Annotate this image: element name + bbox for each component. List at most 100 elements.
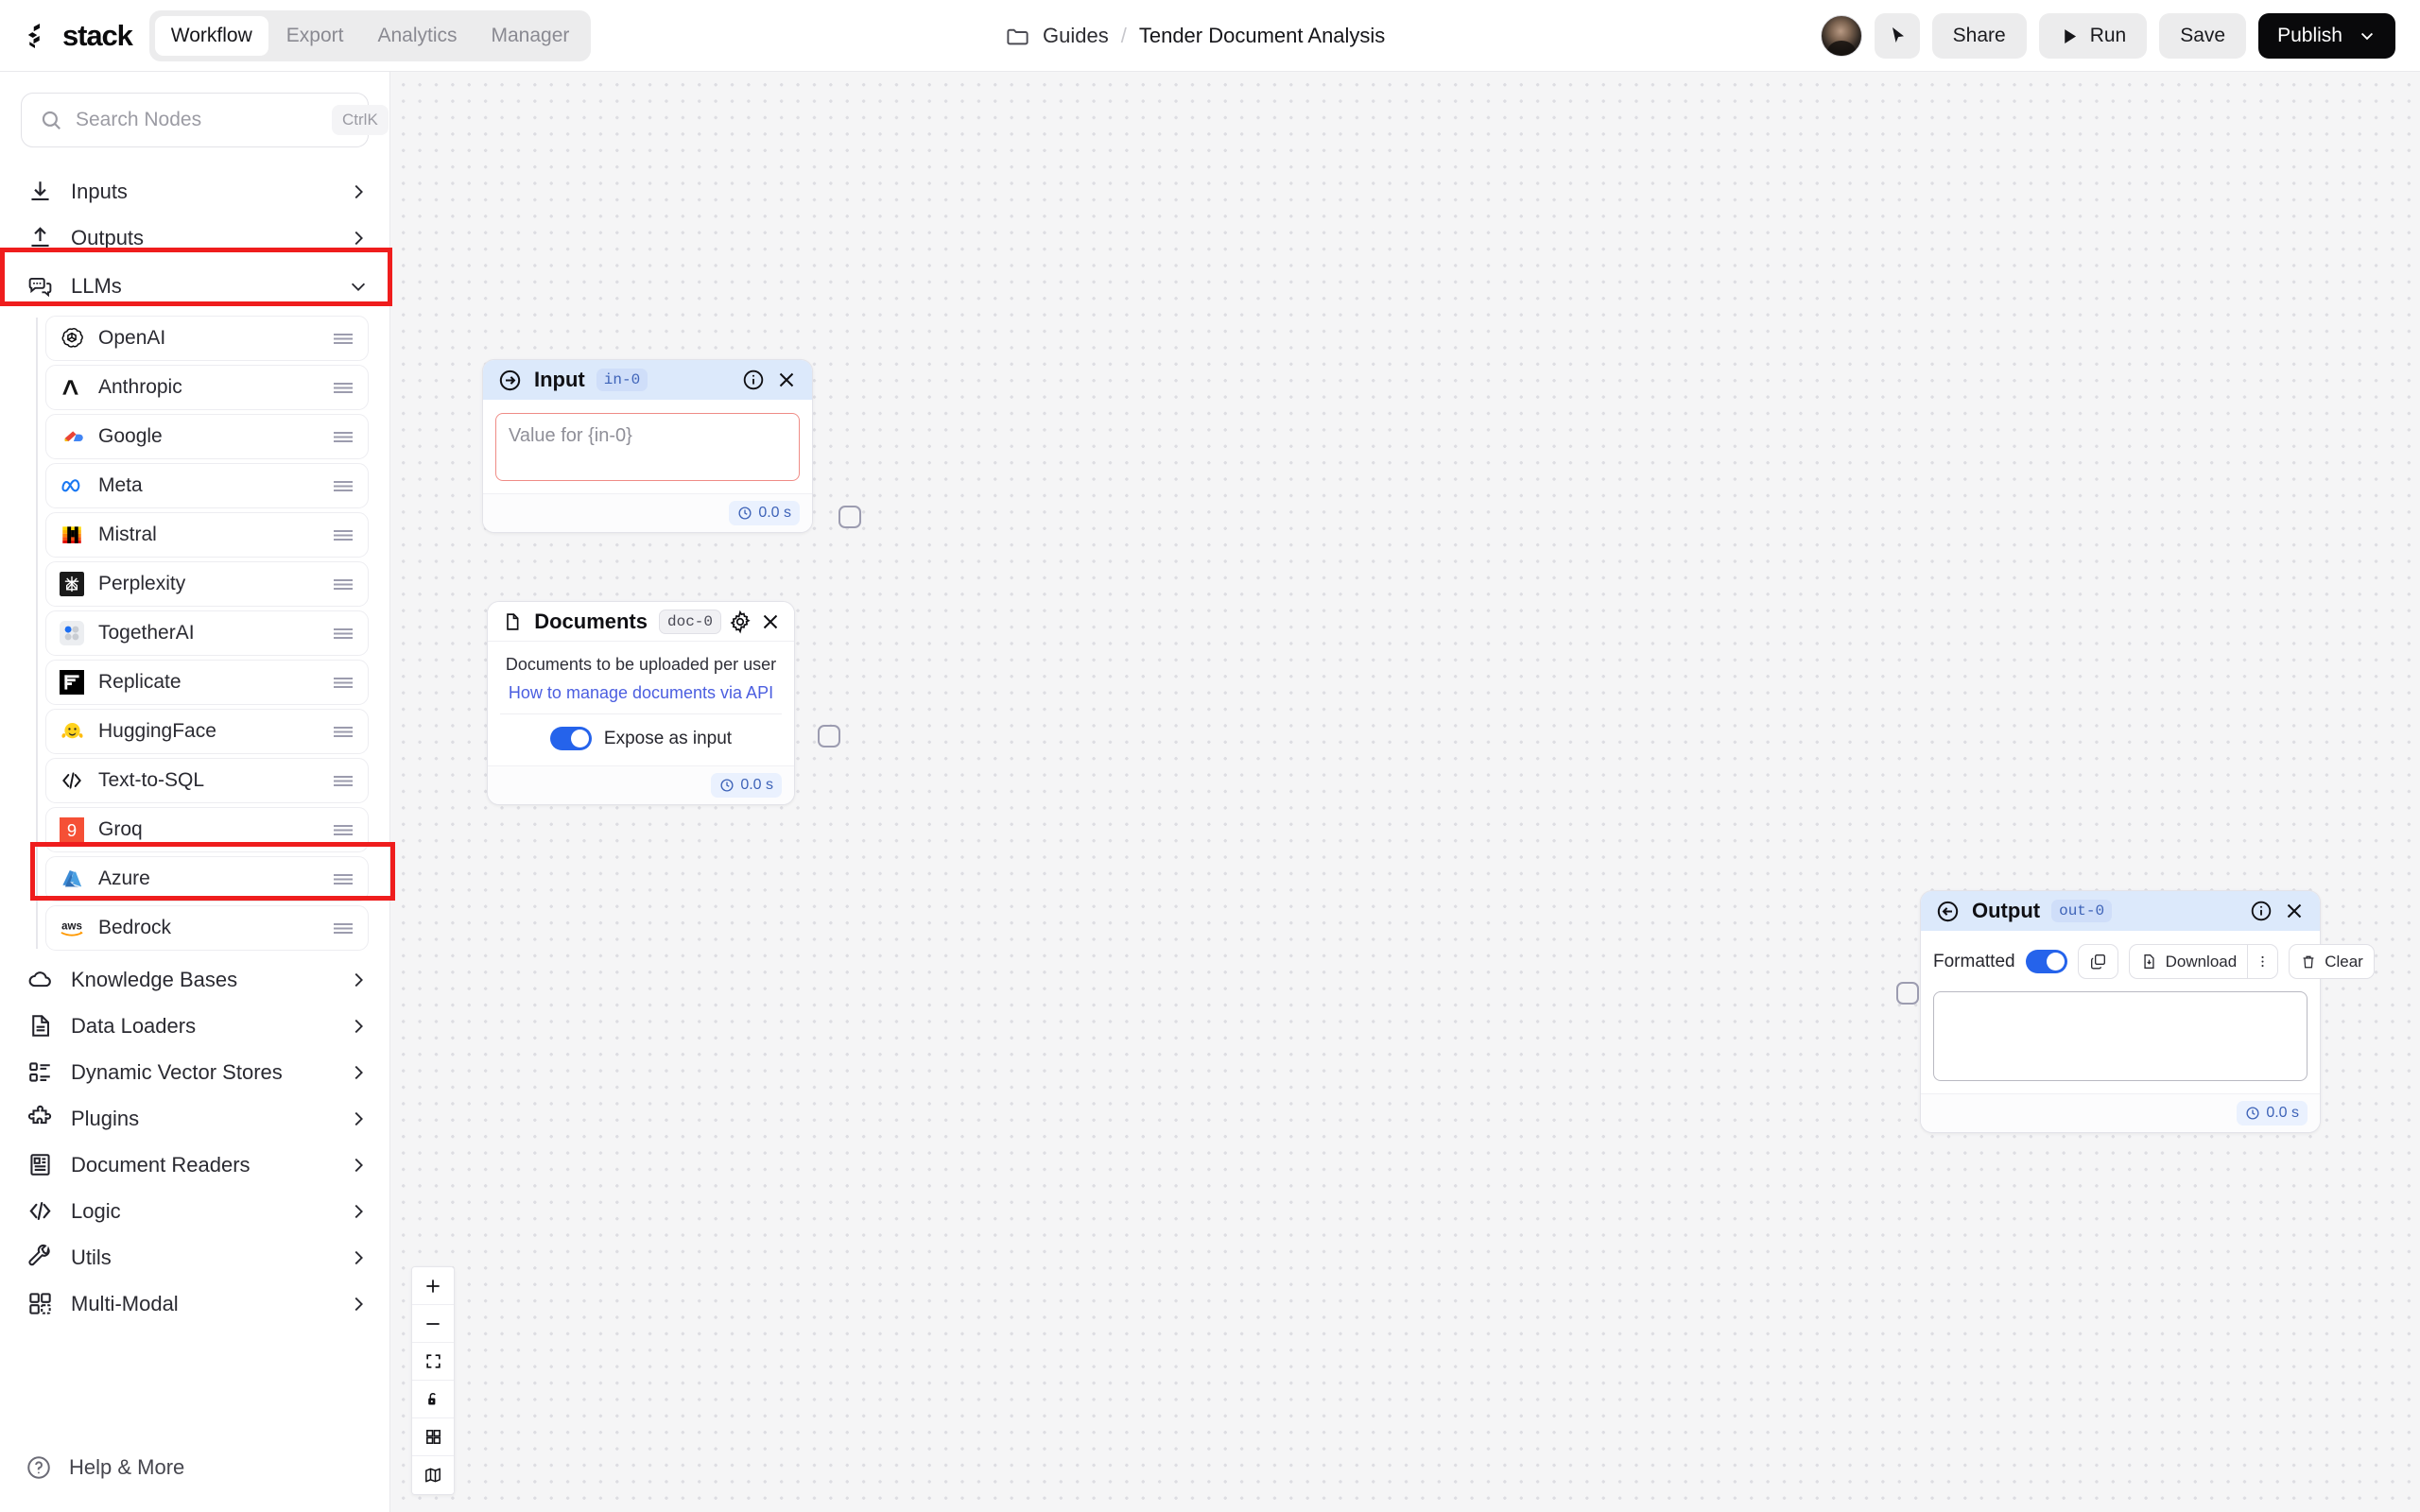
drag-handle-icon[interactable] xyxy=(332,920,354,936)
node-output-input-handle[interactable] xyxy=(1896,982,1919,1005)
node-input-output-handle[interactable] xyxy=(838,506,861,528)
node-item-replicate[interactable]: Replicate xyxy=(45,660,369,705)
file-icon xyxy=(507,612,519,630)
meta-icon xyxy=(58,472,86,500)
node-item-azure[interactable]: Azure xyxy=(45,856,369,902)
node-label-bedrock: Bedrock xyxy=(98,917,172,938)
help-and-more-button[interactable]: Help & More xyxy=(0,1453,389,1482)
node-item-anthropic[interactable]: Anthropic xyxy=(45,365,369,410)
node-input-header[interactable]: Input in-0 xyxy=(483,360,812,400)
breadcrumb-current[interactable]: Tender Document Analysis xyxy=(1139,24,1385,48)
node-documents-footer: 0.0 s xyxy=(488,765,794,804)
expose-as-input-toggle[interactable] xyxy=(549,727,592,750)
sidebar-item-outputs[interactable]: Outputs xyxy=(0,215,389,261)
fit-view-icon xyxy=(425,1354,441,1368)
node-output-body: Formatted Download Clear xyxy=(1921,931,2375,1093)
sidebar-item-document-readers[interactable]: Document Readers xyxy=(0,1142,389,1188)
output-value-field[interactable] xyxy=(1933,991,2308,1081)
sidebar-item-logic[interactable]: Logic xyxy=(0,1188,389,1234)
copy-button[interactable] xyxy=(2077,944,2118,979)
gear-icon[interactable] xyxy=(728,609,752,635)
info-icon[interactable] xyxy=(740,367,767,393)
input-value-field[interactable] xyxy=(495,413,800,481)
save-button[interactable]: Save xyxy=(2159,13,2247,59)
drag-handle-icon[interactable] xyxy=(332,478,354,493)
node-item-groq[interactable]: 9 Groq xyxy=(45,807,369,852)
sidebar-item-utils[interactable]: Utils xyxy=(0,1234,389,1280)
drag-handle-icon[interactable] xyxy=(332,871,354,886)
close-icon[interactable] xyxy=(773,367,800,393)
node-label-mistral: Mistral xyxy=(98,524,157,545)
drag-handle-icon[interactable] xyxy=(332,724,354,739)
formatted-toggle[interactable] xyxy=(2025,950,2067,973)
clear-label: Clear xyxy=(2325,952,2363,971)
grid-button[interactable] xyxy=(412,1418,454,1456)
workflow-canvas[interactable]: Input in-0 0.0 s xyxy=(390,72,2420,1512)
run-button[interactable]: Run xyxy=(2038,13,2148,59)
drag-handle-icon[interactable] xyxy=(332,675,354,690)
zoom-in-button[interactable] xyxy=(412,1267,454,1305)
close-icon[interactable] xyxy=(759,609,782,635)
drag-handle-icon[interactable] xyxy=(332,822,354,837)
node-item-togetherai[interactable]: TogetherAI xyxy=(45,610,369,656)
node-output[interactable]: Output out-0 Formatted Download Clear 0.… xyxy=(1896,890,2375,1133)
node-input-body xyxy=(483,400,812,493)
drag-handle-icon[interactable] xyxy=(332,380,354,395)
share-button[interactable]: Share xyxy=(1931,13,2027,59)
minimap-button[interactable] xyxy=(412,1456,454,1494)
node-documents-header[interactable]: Documents doc-0 xyxy=(488,602,794,642)
sidebar-item-data-loaders[interactable]: Data Loaders xyxy=(0,1003,389,1049)
download-button[interactable]: Download xyxy=(2128,944,2248,979)
drag-handle-icon[interactable] xyxy=(332,773,354,788)
node-input[interactable]: Input in-0 0.0 s xyxy=(482,359,861,533)
clear-button[interactable]: Clear xyxy=(2289,944,2375,979)
tab-workflow[interactable]: Workflow xyxy=(154,15,268,56)
sidebar-item-knowledge-bases[interactable]: Knowledge Bases xyxy=(0,956,389,1003)
node-item-openai[interactable]: OpenAI xyxy=(45,316,369,361)
drag-handle-icon[interactable] xyxy=(332,626,354,641)
download-more-button[interactable] xyxy=(2247,944,2279,979)
sidebar-item-plugins[interactable]: Plugins xyxy=(0,1095,389,1142)
publish-button[interactable]: Publish xyxy=(2258,13,2395,59)
sidebar-label-utils: Utils xyxy=(71,1245,112,1269)
node-item-perplexity[interactable]: Perplexity xyxy=(45,561,369,607)
node-item-mistral[interactable]: Mistral xyxy=(45,512,369,558)
lock-button[interactable] xyxy=(412,1381,454,1418)
zoom-out-button[interactable] xyxy=(412,1305,454,1343)
sidebar-item-dynamic-vector-stores[interactable]: Dynamic Vector Stores xyxy=(0,1049,389,1095)
node-documents[interactable]: Documents doc-0 Documents to be uploaded… xyxy=(487,601,840,805)
node-item-huggingface[interactable]: HuggingFace xyxy=(45,709,369,754)
drag-handle-icon[interactable] xyxy=(332,429,354,444)
tab-manager[interactable]: Manager xyxy=(475,16,586,56)
node-documents-output-handle[interactable] xyxy=(818,725,840,747)
tab-analytics[interactable]: Analytics xyxy=(361,16,473,56)
info-icon[interactable] xyxy=(2248,898,2274,924)
output-toolbar: Formatted Download Clear xyxy=(1933,944,2375,979)
brand-logo[interactable]: stack xyxy=(26,19,133,53)
node-item-meta[interactable]: Meta xyxy=(45,463,369,508)
node-item-google[interactable]: Google xyxy=(45,414,369,459)
sidebar-item-inputs[interactable]: Inputs xyxy=(0,168,389,215)
fit-view-button[interactable] xyxy=(412,1343,454,1381)
drag-handle-icon[interactable] xyxy=(332,331,354,346)
sidebar-item-llms[interactable]: LLMs xyxy=(0,261,389,312)
download-split-button: Download xyxy=(2128,944,2279,979)
close-icon[interactable] xyxy=(2281,898,2308,924)
expose-as-input-row: Expose as input xyxy=(500,714,782,758)
node-output-header[interactable]: Output out-0 xyxy=(1921,891,2320,931)
search-nodes-box[interactable]: CtrlK xyxy=(21,93,389,147)
header-actions: Share Run Save Publish xyxy=(1820,0,2395,72)
drag-handle-icon[interactable] xyxy=(332,576,354,592)
file-lines-icon xyxy=(32,1015,49,1037)
node-label-perplexity: Perplexity xyxy=(98,573,186,594)
documents-api-link[interactable]: How to manage documents via API xyxy=(500,683,782,703)
node-item-text-to-sql[interactable]: Text-to-SQL xyxy=(45,758,369,803)
avatar[interactable] xyxy=(1820,15,1862,57)
sidebar-item-multi-modal[interactable]: Multi-Modal xyxy=(0,1280,389,1327)
drag-handle-icon[interactable] xyxy=(332,527,354,542)
node-item-bedrock[interactable]: aws Bedrock xyxy=(45,905,369,951)
cursor-mode-button[interactable] xyxy=(1874,13,1920,59)
tab-export[interactable]: Export xyxy=(270,16,360,56)
search-input[interactable] xyxy=(76,109,332,131)
breadcrumb-parent[interactable]: Guides xyxy=(1043,24,1109,48)
